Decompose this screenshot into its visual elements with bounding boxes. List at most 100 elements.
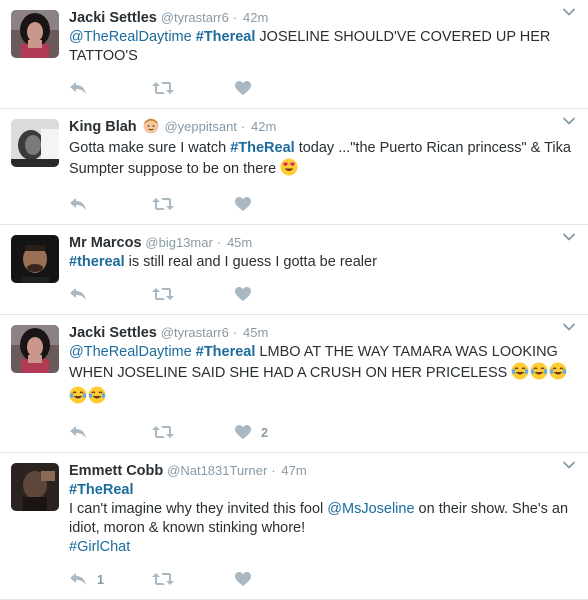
timestamp[interactable]: 45m <box>227 235 252 250</box>
tweet-header: Jacki Settles @tyrastarr6 · 45m <box>69 323 588 342</box>
tears-of-joy-emoji-icon <box>88 386 106 410</box>
separator-dot: · <box>240 119 246 134</box>
timestamp[interactable]: 42m <box>251 119 276 134</box>
reply-icon <box>69 197 87 214</box>
reply-button[interactable] <box>69 81 152 98</box>
username[interactable]: @tyrastarr6 <box>161 10 229 25</box>
hashtag-link[interactable]: #thereal <box>69 254 125 270</box>
tweet-text: Gotta make sure I watch #TheReal today .… <box>69 139 588 182</box>
reply-icon <box>69 425 87 442</box>
heart-icon <box>235 571 251 589</box>
separator-dot: · <box>232 10 238 25</box>
username[interactable]: @big13mar <box>145 235 212 250</box>
hashtag-link[interactable]: #Thereal <box>196 344 256 360</box>
timestamp[interactable]: 47m <box>281 463 306 478</box>
retweet-icon <box>152 287 174 304</box>
avatar[interactable] <box>11 325 59 373</box>
retweet-icon <box>152 425 174 442</box>
hashtag-link[interactable]: #TheReal <box>230 140 294 156</box>
username[interactable]: @tyrastarr6 <box>161 325 229 340</box>
like-button[interactable] <box>235 196 318 214</box>
retweet-button[interactable] <box>152 572 235 589</box>
retweet-button[interactable] <box>152 197 235 214</box>
retweet-button[interactable] <box>152 81 235 98</box>
tears-of-joy-emoji-icon <box>530 362 548 386</box>
chevron-down-icon[interactable] <box>562 458 576 472</box>
tweet-actions <box>69 76 588 108</box>
reply-button[interactable] <box>69 425 152 442</box>
like-button[interactable]: 2 <box>235 424 318 442</box>
username[interactable]: @yeppitsant <box>164 119 236 134</box>
heart-eyes-emoji-icon <box>280 158 298 182</box>
reply-count: 1 <box>97 573 104 587</box>
tweet-header: Jacki Settles @tyrastarr6 · 42m <box>69 8 588 27</box>
tweet-text: @TheRealDaytime #Thereal LMBO AT THE WAY… <box>69 343 588 410</box>
separator-dot: · <box>271 463 276 478</box>
display-name[interactable]: King Blah <box>69 119 137 135</box>
like-button[interactable] <box>235 80 318 98</box>
reply-button[interactable]: 1 <box>69 572 152 589</box>
display-name[interactable]: Jacki Settles <box>69 325 157 341</box>
tweet-actions <box>69 282 588 314</box>
timestamp[interactable]: 42m <box>243 10 268 25</box>
heart-icon <box>235 424 251 442</box>
tweet-text: #TheReal I can't imagine why they invited… <box>69 481 588 557</box>
reply-button[interactable] <box>69 287 152 304</box>
like-button[interactable] <box>235 571 318 589</box>
avatar[interactable] <box>11 463 59 511</box>
chevron-down-icon[interactable] <box>562 230 576 244</box>
tweet-actions: 1 <box>69 567 588 599</box>
tears-of-joy-emoji-icon <box>511 362 529 386</box>
chevron-down-icon[interactable] <box>562 320 576 334</box>
hashtag-link[interactable]: #TheReal <box>69 482 133 498</box>
tweet[interactable]: Jacki Settles @tyrastarr6 · 45m @TheRealD… <box>0 315 588 453</box>
tweet-actions: 2 <box>69 420 588 452</box>
timestamp[interactable]: 45m <box>243 325 268 340</box>
tweet-text: @TheRealDaytime #Thereal JOSELINE SHOULD… <box>69 28 588 66</box>
display-name[interactable]: Emmett Cobb <box>69 463 163 479</box>
avatar[interactable] <box>11 119 59 167</box>
heart-icon <box>235 196 251 214</box>
display-name[interactable]: Jacki Settles <box>69 10 157 26</box>
separator-dot: · <box>232 325 238 340</box>
separator-dot: · <box>216 235 222 250</box>
reply-icon <box>69 81 87 98</box>
tweet-actions <box>69 192 588 224</box>
heart-icon <box>235 286 251 304</box>
like-count: 2 <box>261 426 268 440</box>
hashtag-link[interactable]: #GirlChat <box>69 539 130 555</box>
tweet-text-segment: is still real and I guess I gotta be rea… <box>124 254 377 270</box>
chevron-down-icon[interactable] <box>562 5 576 19</box>
mention-link[interactable]: @MsJoseline <box>327 501 414 517</box>
avatar[interactable] <box>11 10 59 58</box>
chevron-down-icon[interactable] <box>562 114 576 128</box>
tweet[interactable]: Mr Marcos @big13mar · 45m #thereal is sti… <box>0 225 588 315</box>
retweet-button[interactable] <box>152 425 235 442</box>
username[interactable]: @Nat1831Turner <box>167 463 267 478</box>
heart-icon <box>235 80 251 98</box>
mention-link[interactable]: @TheRealDaytime <box>69 29 192 45</box>
tears-of-joy-emoji-icon <box>69 386 87 410</box>
retweet-icon <box>152 572 174 589</box>
tweet-text-segment: I can't imagine why they invited this fo… <box>69 501 328 517</box>
man-face-emoji-icon <box>143 118 159 138</box>
reply-icon <box>69 287 87 304</box>
reply-button[interactable] <box>69 197 152 214</box>
like-button[interactable] <box>235 286 318 304</box>
retweet-button[interactable] <box>152 287 235 304</box>
hashtag-link[interactable]: #Thereal <box>196 29 256 45</box>
retweet-icon <box>152 81 174 98</box>
tweet[interactable]: Jacki Settles @tyrastarr6 · 42m @TheRealD… <box>0 0 588 109</box>
mention-link[interactable]: @TheRealDaytime <box>69 344 192 360</box>
tweet-header: Emmett Cobb @Nat1831Turner · 47m <box>69 461 588 480</box>
tweet-header: King Blah @yeppitsant · 42m <box>69 117 588 138</box>
tweet[interactable]: King Blah @yeppitsant · 42m Gotta make su… <box>0 109 588 225</box>
display-name[interactable]: Mr Marcos <box>69 235 142 251</box>
tweet-header: Mr Marcos @big13mar · 45m <box>69 233 588 252</box>
tweet-timeline: Jacki Settles @tyrastarr6 · 42m @TheRealD… <box>0 0 588 600</box>
retweet-icon <box>152 197 174 214</box>
tweet-text: #thereal is still real and I guess I got… <box>69 253 588 272</box>
tweet[interactable]: Emmett Cobb @Nat1831Turner · 47m #TheReal… <box>0 453 588 600</box>
reply-icon <box>69 572 87 589</box>
avatar[interactable] <box>11 235 59 283</box>
